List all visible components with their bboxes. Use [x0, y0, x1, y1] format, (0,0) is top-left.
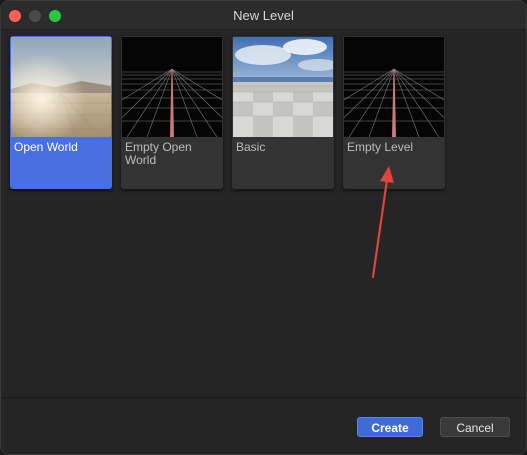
red-arrow-icon [371, 166, 394, 279]
